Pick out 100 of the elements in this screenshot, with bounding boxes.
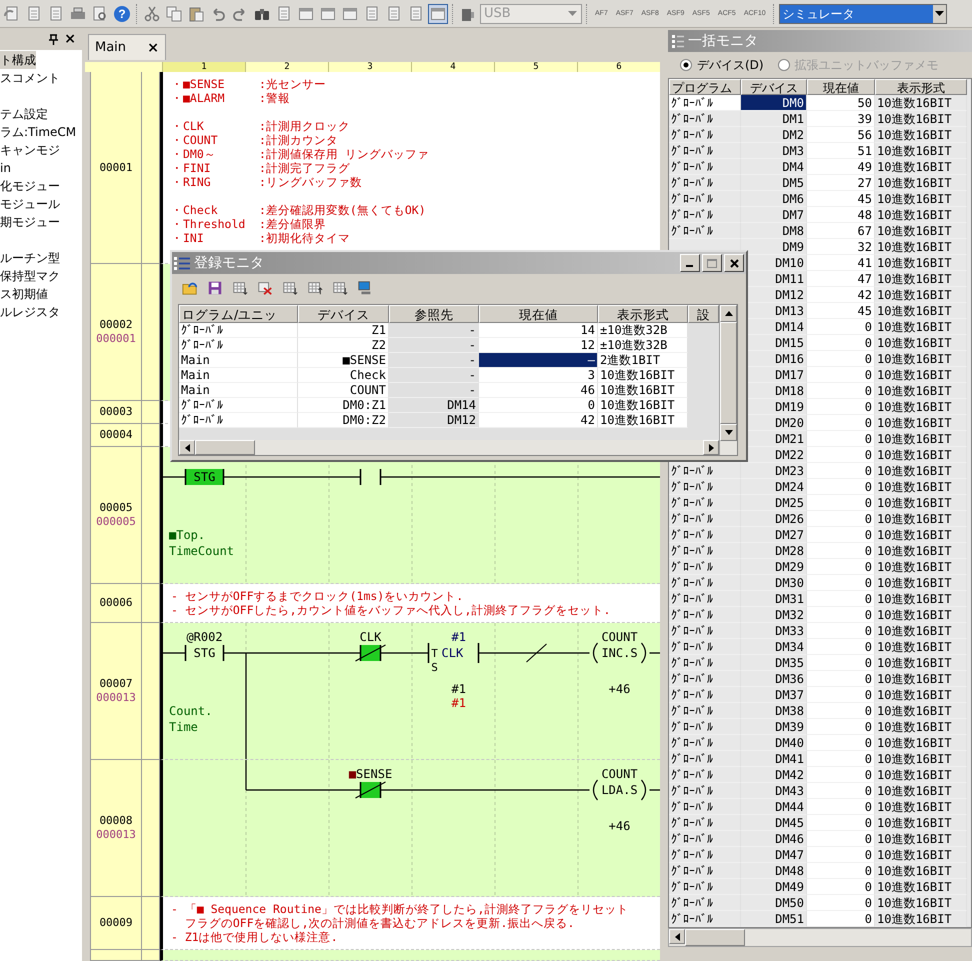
- table-cell[interactable]: DM5: [741, 175, 807, 191]
- table-cell[interactable]: DM32: [741, 607, 807, 623]
- table-cell[interactable]: 3: [479, 368, 598, 383]
- tree-item[interactable]: キャンモジ: [0, 141, 60, 159]
- column-header[interactable]: 参照先: [389, 305, 479, 323]
- tree-item[interactable]: モジュール: [0, 195, 60, 213]
- scroll-thumb[interactable]: [195, 440, 255, 455]
- arrow-left-icon[interactable]: [674, 932, 680, 940]
- table-cell[interactable]: DM23: [741, 463, 807, 479]
- column-header[interactable]: デバイス: [741, 79, 807, 95]
- arrow-right-icon[interactable]: [708, 444, 714, 452]
- table-cell[interactable]: DM29: [741, 559, 807, 575]
- table-cell[interactable]: DM46: [741, 831, 807, 847]
- table-cell[interactable]: DM37: [741, 687, 807, 703]
- arrow-left-icon[interactable]: [184, 444, 190, 452]
- table-cell[interactable]: DM36: [741, 671, 807, 687]
- table-cell[interactable]: DM26: [741, 511, 807, 527]
- table-cell[interactable]: DM45: [741, 815, 807, 831]
- column-header[interactable]: プログラム: [669, 79, 741, 95]
- instruction-symbol[interactable]: [428, 642, 480, 664]
- table-cell[interactable]: DM44: [741, 799, 807, 815]
- table-cell[interactable]: DM47: [741, 847, 807, 863]
- table-cell[interactable]: DM7: [741, 207, 807, 223]
- help-button[interactable]: ?: [112, 4, 132, 24]
- table-cell[interactable]: DM27: [741, 527, 807, 543]
- contact-symbol[interactable]: [184, 644, 224, 662]
- tree-item[interactable]: ラム:TimeCM: [0, 123, 76, 141]
- mode-dropdown[interactable]: シミュレータ: [778, 4, 947, 24]
- column-header[interactable]: 表示形式: [875, 79, 967, 95]
- table-cell[interactable]: DM40: [741, 735, 807, 751]
- scroll-thumb[interactable]: [720, 322, 737, 424]
- table-cell[interactable]: DM30: [741, 575, 807, 591]
- arrow-up-icon[interactable]: [724, 311, 732, 316]
- radio-option[interactable]: デバイス(D): [680, 56, 764, 74]
- close-button[interactable]: [724, 254, 744, 272]
- horizontal-scrollbar[interactable]: [179, 440, 719, 455]
- arrow-down-icon[interactable]: [724, 430, 732, 435]
- table-cell[interactable]: 14: [479, 323, 598, 338]
- column-header[interactable]: デバイス: [298, 305, 389, 323]
- table-cell[interactable]: DM49: [741, 879, 807, 895]
- table-cell[interactable]: DM22: [741, 447, 807, 463]
- table-cell[interactable]: DM41: [741, 751, 807, 767]
- tree-item[interactable]: ス初期値: [0, 285, 48, 303]
- table-cell[interactable]: 12: [479, 338, 598, 353]
- column-header[interactable]: ログラム/ユニッ: [179, 305, 298, 323]
- table-cell[interactable]: DM24: [741, 479, 807, 495]
- coil-symbol[interactable]: [592, 779, 646, 801]
- tree-item[interactable]: ルーチン型: [0, 249, 60, 267]
- table-cell[interactable]: DM31: [741, 591, 807, 607]
- column-header[interactable]: 設: [688, 305, 719, 323]
- coil-symbol[interactable]: [592, 642, 646, 664]
- tree-item[interactable]: ルレジスタ: [0, 303, 60, 321]
- table-cell[interactable]: DM0: [741, 95, 807, 111]
- column-header[interactable]: 現在値: [807, 79, 875, 95]
- table-cell[interactable]: DM35: [741, 655, 807, 671]
- contact-symbol[interactable]: [355, 781, 386, 799]
- tree-item[interactable]: 保持型マク: [0, 267, 60, 285]
- table-cell[interactable]: DM8: [741, 223, 807, 239]
- tree-item[interactable]: テム設定: [0, 105, 48, 123]
- editor-tab[interactable]: Main ×: [88, 34, 166, 60]
- scroll-thumb[interactable]: [685, 929, 745, 946]
- minimize-button[interactable]: [680, 254, 700, 272]
- table-cell[interactable]: DM4: [741, 159, 807, 175]
- table-cell[interactable]: DM2: [741, 127, 807, 143]
- tree-item[interactable]: 期モジュー: [0, 213, 60, 231]
- table-cell[interactable]: DM42: [741, 767, 807, 783]
- vertical-scrollbar[interactable]: [719, 305, 737, 455]
- tree-item[interactable]: 化モジュー: [0, 177, 60, 195]
- table-cell[interactable]: 0: [479, 398, 598, 413]
- contact-symbol[interactable]: [360, 468, 382, 486]
- window-button[interactable]: [428, 4, 448, 24]
- close-button[interactable]: ×: [147, 40, 159, 56]
- table-cell[interactable]: DM25: [741, 495, 807, 511]
- table-cell[interactable]: DM39: [741, 719, 807, 735]
- contact-symbol[interactable]: [355, 644, 386, 662]
- tree-item[interactable]: スコメント: [0, 69, 60, 87]
- maximize-button[interactable]: [702, 254, 722, 272]
- table-cell[interactable]: DM33: [741, 623, 807, 639]
- copy-button[interactable]: [164, 4, 184, 24]
- table-cell[interactable]: DM34: [741, 639, 807, 655]
- table-cell[interactable]: DM43: [741, 783, 807, 799]
- table-cell[interactable]: DM51: [741, 911, 807, 927]
- pin-icon[interactable]: [49, 34, 58, 44]
- table-cell[interactable]: DM50: [741, 895, 807, 911]
- table-cell[interactable]: DM6: [741, 191, 807, 207]
- tree-item[interactable]: ト構成: [0, 51, 36, 69]
- table-cell[interactable]: DM1: [741, 111, 807, 127]
- table-cell[interactable]: 42: [479, 413, 598, 428]
- column-header[interactable]: 表示形式: [598, 305, 688, 323]
- table-cell[interactable]: 46: [479, 383, 598, 398]
- table-cell[interactable]: DM38: [741, 703, 807, 719]
- table-cell[interactable]: —: [479, 353, 598, 368]
- horizontal-scrollbar[interactable]: [668, 928, 972, 947]
- table-cell[interactable]: DM28: [741, 543, 807, 559]
- table-cell[interactable]: DM3: [741, 143, 807, 159]
- close-button[interactable]: ×: [64, 31, 76, 47]
- table-cell[interactable]: DM48: [741, 863, 807, 879]
- contact-symbol[interactable]: [184, 468, 224, 486]
- column-header[interactable]: 現在値: [479, 305, 598, 323]
- tree-item[interactable]: in: [0, 159, 11, 177]
